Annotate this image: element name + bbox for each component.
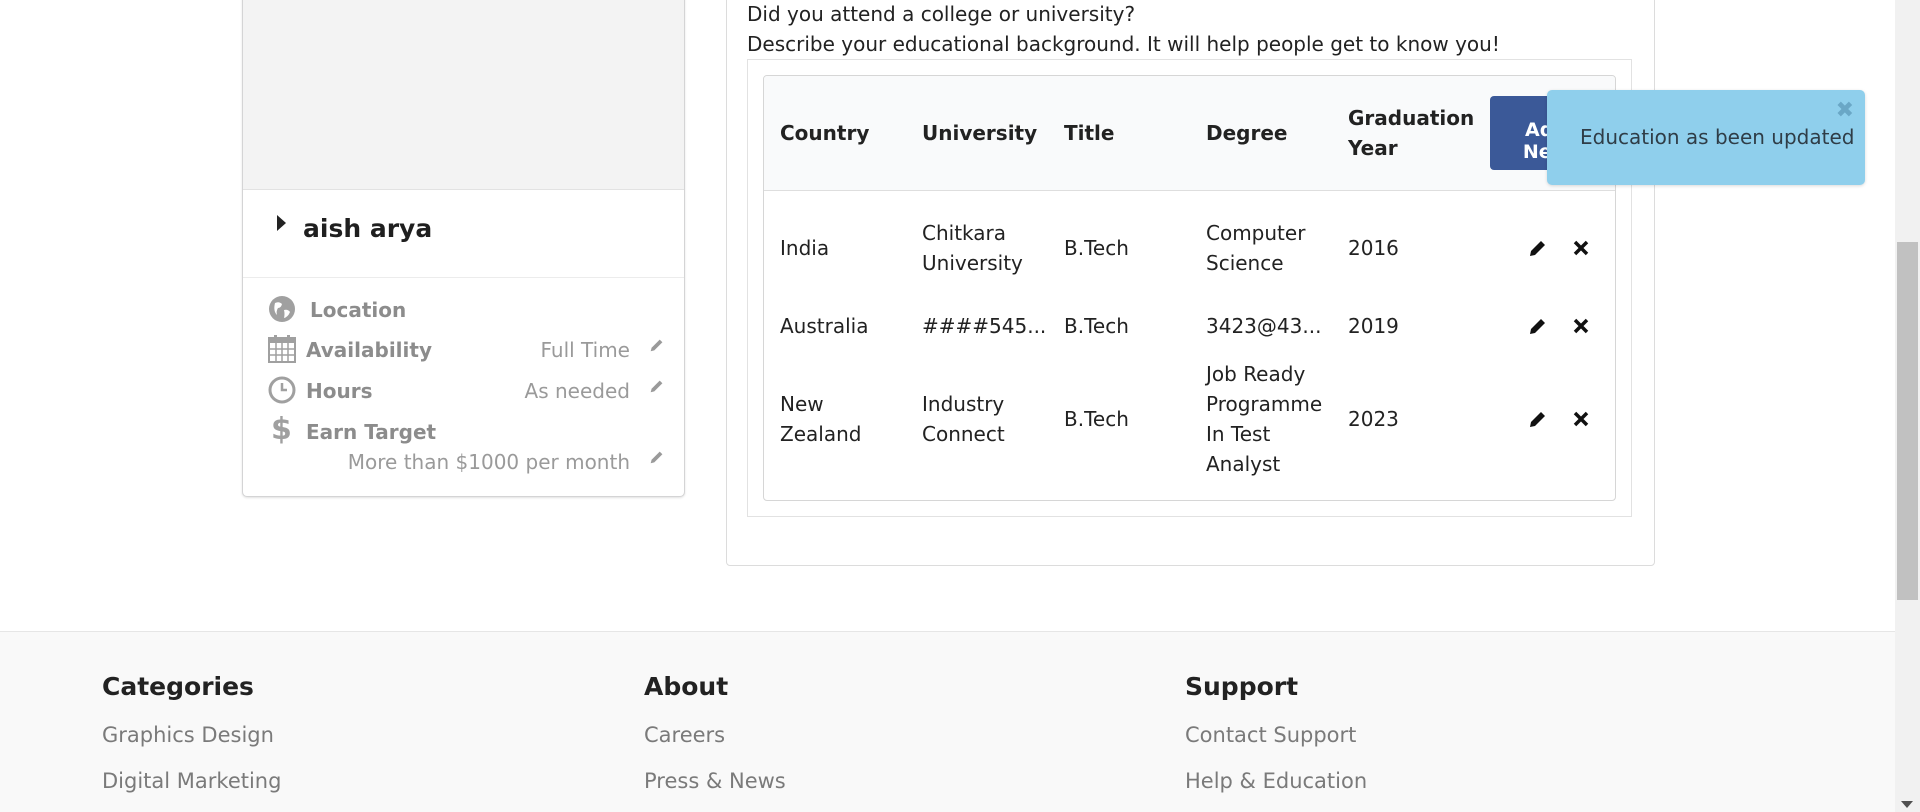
profile-card: aish arya Location Availability Full Tim… xyxy=(242,0,685,497)
hours-value: As needed xyxy=(524,379,630,403)
cell-university: Connect xyxy=(922,422,1005,446)
cell-university: ####545... xyxy=(922,314,1047,338)
cell-country: India xyxy=(780,236,830,260)
toast-message: Education as been updated xyxy=(1580,125,1855,149)
cell-degree: In Test xyxy=(1206,422,1271,446)
edit-earn-target-icon[interactable] xyxy=(648,448,666,466)
availability-row: Availability Full Time xyxy=(243,332,684,368)
header-country: Country xyxy=(780,121,870,145)
cell-country: Zealand xyxy=(780,422,862,446)
earn-target-value-row: More than $1000 per month xyxy=(243,444,684,480)
close-icon[interactable]: ✖ xyxy=(1836,98,1854,123)
header-graduation-year-line1: Graduation xyxy=(1348,106,1475,130)
vertical-scrollbar[interactable] xyxy=(1895,0,1920,812)
footer-about: About Careers Press & News xyxy=(644,672,786,793)
cell-university: University xyxy=(922,251,1023,275)
scrollbar-thumb[interactable] xyxy=(1897,242,1918,600)
location-label: Location xyxy=(310,298,407,322)
header-degree: Degree xyxy=(1206,121,1288,145)
earn-target-value: More than $1000 per month xyxy=(347,450,630,474)
availability-label: Availability xyxy=(306,338,432,362)
footer: Categories Graphics Design Digital Marke… xyxy=(0,631,1895,812)
edit-availability-icon[interactable] xyxy=(648,336,666,354)
delete-x-icon[interactable] xyxy=(1572,239,1590,257)
edit-hours-icon[interactable] xyxy=(648,377,666,395)
cell-year: 2019 xyxy=(1348,314,1399,338)
earn-target-label: Earn Target xyxy=(306,420,437,444)
dollar-icon: $ xyxy=(271,412,292,447)
profile-photo xyxy=(243,0,684,190)
education-table: Country University Title Degree Graduati… xyxy=(763,75,1616,501)
footer-heading-support: Support xyxy=(1185,672,1299,701)
cell-title: B.Tech xyxy=(1064,236,1129,260)
footer-categories: Categories Graphics Design Digital Marke… xyxy=(102,672,281,793)
delete-x-icon[interactable] xyxy=(1572,317,1590,335)
cell-degree: 3423@43... xyxy=(1206,314,1322,338)
cell-country: New xyxy=(780,392,824,416)
hours-row: Hours As needed xyxy=(243,373,684,409)
footer-link-careers[interactable]: Careers xyxy=(644,723,786,747)
header-title: Title xyxy=(1064,121,1115,145)
education-question: Did you attend a college or university? xyxy=(747,2,1136,26)
delete-x-icon[interactable] xyxy=(1572,410,1590,428)
footer-link-contact-support[interactable]: Contact Support xyxy=(1185,723,1367,747)
header-graduation-year-line2: Year xyxy=(1348,136,1398,160)
globe-icon xyxy=(269,296,295,322)
footer-heading-about: About xyxy=(644,672,729,701)
caret-right-icon[interactable] xyxy=(277,215,286,231)
availability-value: Full Time xyxy=(540,338,630,362)
cell-title: B.Tech xyxy=(1064,407,1129,431)
calendar-icon xyxy=(268,335,296,363)
cell-degree: Science xyxy=(1206,251,1284,275)
scroll-down-arrow-icon[interactable] xyxy=(1901,801,1913,808)
edit-pencil-icon[interactable] xyxy=(1528,238,1548,258)
footer-link-digital-marketing[interactable]: Digital Marketing xyxy=(102,769,281,793)
cell-title: B.Tech xyxy=(1064,314,1129,338)
header-university: University xyxy=(922,121,1038,145)
footer-heading-categories: Categories xyxy=(102,672,254,701)
table-header: Country University Title Degree Graduati… xyxy=(764,76,1615,191)
cell-degree: Analyst xyxy=(1206,452,1281,476)
profile-name-row[interactable]: aish arya xyxy=(243,190,684,278)
cell-country: Australia xyxy=(780,314,869,338)
footer-link-help-education[interactable]: Help & Education xyxy=(1185,769,1367,793)
footer-link-graphics-design[interactable]: Graphics Design xyxy=(102,723,281,747)
edit-pencil-icon[interactable] xyxy=(1528,409,1548,429)
cell-degree: Computer xyxy=(1206,221,1306,245)
cell-university: Industry xyxy=(922,392,1005,416)
profile-name: aish arya xyxy=(303,214,433,243)
location-row: Location xyxy=(243,292,684,328)
cell-year: 2016 xyxy=(1348,236,1399,260)
hours-label: Hours xyxy=(306,379,373,403)
footer-link-press-news[interactable]: Press & News xyxy=(644,769,786,793)
edit-pencil-icon[interactable] xyxy=(1528,316,1548,336)
cell-degree: Programme xyxy=(1206,392,1323,416)
clock-icon xyxy=(268,376,296,404)
education-description: Describe your educational background. It… xyxy=(747,32,1500,56)
cell-year: 2023 xyxy=(1348,407,1399,431)
toast-notification: ✖ Education as been updated xyxy=(1547,90,1865,185)
cell-degree: Job Ready xyxy=(1206,362,1306,386)
footer-support: Support Contact Support Help & Education xyxy=(1185,672,1367,793)
cell-university: Chitkara xyxy=(922,221,1007,245)
